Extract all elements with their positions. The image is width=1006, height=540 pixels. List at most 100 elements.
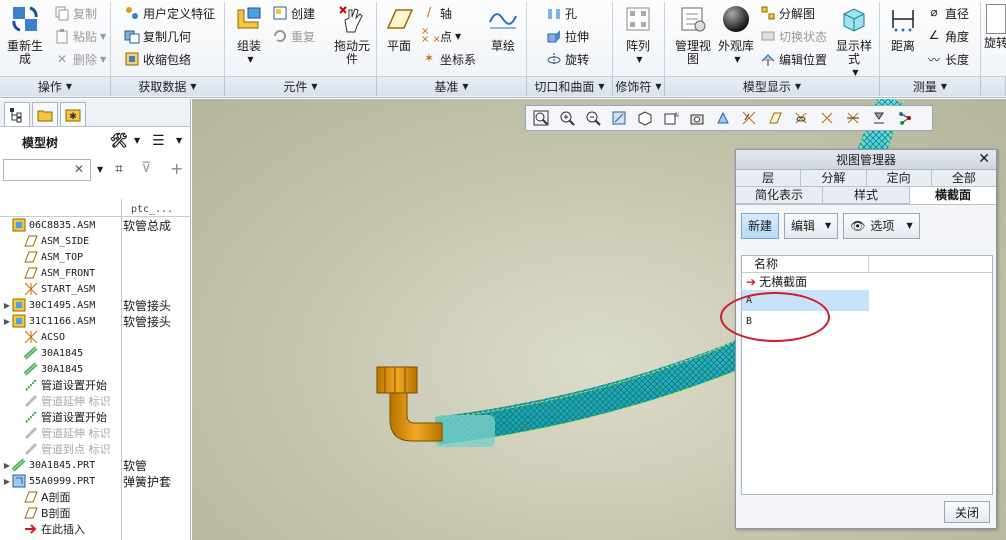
tree-item[interactable]: ASM_FRONT	[0, 265, 190, 281]
revolve-button[interactable]: 旋转	[546, 49, 589, 69]
group-cut-surface[interactable]: 切口和曲面 ▼	[527, 76, 613, 96]
axis-button[interactable]: / 轴	[421, 3, 452, 23]
diameter-button[interactable]: ⌀ 直径	[926, 3, 969, 23]
csys-button[interactable]: ✶ 坐标系	[421, 49, 476, 69]
tab-all[interactable]: 全部	[931, 170, 996, 187]
tree-item[interactable]: 06C8835.ASM 软管总成	[0, 217, 190, 233]
tree-item[interactable]: 管道到点 标识	[0, 441, 190, 457]
tab-simplified-rep[interactable]: 简化表示	[736, 187, 823, 204]
group-component[interactable]: 元件 ▼	[225, 76, 377, 96]
view-manager-button[interactable]: 管理视图	[672, 4, 714, 66]
copy-button[interactable]: 复制	[54, 3, 97, 23]
drag-component-button[interactable]: 拖动元件	[334, 4, 370, 66]
assemble-button[interactable]: 组装 ▼	[230, 4, 268, 66]
new-button[interactable]: 新建	[741, 212, 780, 239]
tree-item[interactable]: ▶ 55A0999.PRT 弹簧护套	[0, 473, 190, 489]
repaint-button[interactable]	[608, 108, 630, 128]
tab-orient[interactable]: 定向	[866, 170, 932, 187]
tree-item[interactable]: 30A1845	[0, 361, 190, 377]
group-model-display[interactable]: 模型显示 ▼	[665, 76, 880, 96]
regenerate-button[interactable]: 重新生成	[4, 4, 46, 66]
rotate-more-button[interactable]: 旋转	[984, 4, 1006, 50]
filter-icon[interactable]: ⊽	[141, 160, 151, 176]
create-button[interactable]: 创建	[272, 3, 315, 23]
chevron-down-icon[interactable]: ▼	[97, 165, 103, 174]
extrude-button[interactable]: 拉伸	[546, 26, 589, 46]
tree-item[interactable]: B剖面	[0, 505, 190, 521]
tree-item[interactable]: 管道延伸 标识	[0, 393, 190, 409]
shrinkwrap-button[interactable]: 收缩包络	[124, 49, 191, 69]
chevron-down-icon[interactable]: ▼	[176, 136, 182, 145]
delete-button[interactable]: ✕ 删除 ▼	[54, 49, 106, 69]
annotation-toggle[interactable]	[868, 108, 890, 128]
tab-favorites[interactable]: ✱	[60, 102, 86, 126]
plane-button[interactable]: 平面	[383, 4, 415, 53]
tree-search-input[interactable]: ✕	[3, 159, 91, 181]
expand-arrow-icon[interactable]: ▶	[2, 477, 12, 486]
repeat-button[interactable]: 重复	[272, 26, 315, 46]
zoom-in-button[interactable]	[556, 108, 578, 128]
options-button[interactable]: 👁 选项 ▼	[843, 212, 920, 239]
refit-button[interactable]	[530, 108, 552, 128]
hole-button[interactable]: 孔	[546, 3, 577, 23]
clear-icon[interactable]: ✕	[74, 162, 84, 176]
point-button[interactable]: × × × 点 ▼	[421, 26, 461, 46]
group-modifier[interactable]: 修饰符 ▼	[613, 76, 665, 96]
group-measure[interactable]: 测量 ▼	[880, 76, 981, 96]
datum-planes-toggle[interactable]	[738, 108, 760, 128]
chevron-down-icon[interactable]: ▼	[134, 136, 140, 145]
zoom-out-button[interactable]	[582, 108, 604, 128]
tab-cross-section[interactable]: 横截面	[910, 187, 996, 204]
tab-layers[interactable]: 层	[736, 170, 802, 187]
csys-toggle[interactable]	[816, 108, 838, 128]
pattern-button[interactable]: 阵列 ▼	[620, 4, 656, 66]
toggle-state-button[interactable]: 切换状态	[760, 26, 827, 46]
tree-settings-icon[interactable]: 🛠	[110, 133, 128, 149]
tree-item[interactable]: 管道设置开始	[0, 409, 190, 425]
spin-center-toggle[interactable]	[842, 108, 864, 128]
tab-model-tree[interactable]	[4, 102, 30, 126]
angle-button[interactable]: ∠ 角度	[926, 26, 969, 46]
tree-item[interactable]: START_ASM	[0, 281, 190, 297]
binoculars-icon[interactable]: ⌗	[115, 161, 123, 177]
tree-item[interactable]: ASM_SIDE	[0, 233, 190, 249]
edit-position-button[interactable]: 编辑位置	[760, 49, 827, 69]
tree-item[interactable]: 30A1845	[0, 345, 190, 361]
close-button[interactable]: 关闭	[943, 501, 990, 523]
named-views-button[interactable]: AB	[660, 108, 682, 128]
datum-points-toggle[interactable]	[790, 108, 812, 128]
group-operations[interactable]: 操作 ▼	[0, 76, 111, 96]
appearance-gallery-button[interactable]: 外观库 ▼	[718, 4, 754, 66]
show-list-icon[interactable]: ☰	[152, 133, 165, 149]
distance-button[interactable]: 距离	[884, 4, 922, 53]
display-style-button[interactable]: 显示样式 ▼	[834, 4, 874, 79]
expand-arrow-icon[interactable]: ▶	[2, 301, 12, 310]
display-style-toolbar-button[interactable]	[686, 108, 708, 128]
datum-axes-toggle[interactable]	[764, 108, 786, 128]
group-get-data[interactable]: 获取数据 ▼	[111, 76, 225, 96]
tree-item[interactable]: ▶ 30C1495.ASM 软管接头	[0, 297, 190, 313]
tree-item[interactable]: ▶ 31C1166.ASM 软管接头	[0, 313, 190, 329]
paste-button[interactable]: 粘贴 ▼	[54, 26, 106, 46]
tree-item[interactable]: 管道延伸 标识	[0, 425, 190, 441]
tab-explode[interactable]: 分解	[801, 170, 867, 187]
list-item-no-section[interactable]: ➔ 无横截面	[742, 273, 869, 290]
group-datum[interactable]: 基准 ▼	[377, 76, 527, 96]
network-toggle[interactable]	[894, 108, 916, 128]
tab-style[interactable]: 样式	[823, 187, 910, 204]
close-icon[interactable]: ✕	[978, 151, 990, 167]
tree-item[interactable]: ACSO	[0, 329, 190, 345]
tree-item[interactable]: A剖面	[0, 489, 190, 505]
tree-item[interactable]: ▶ 30A1845.PRT 软管	[0, 457, 190, 473]
tree-item[interactable]: ASM_TOP	[0, 249, 190, 265]
expand-arrow-icon[interactable]: ▶	[2, 461, 12, 470]
edit-button[interactable]: 编辑 ▼	[784, 212, 839, 239]
sketch-button[interactable]: 草绘	[486, 4, 520, 53]
explode-view-button[interactable]: 分解图	[760, 3, 815, 23]
group-more[interactable]	[981, 76, 1006, 96]
udf-button[interactable]: 用户定义特征	[124, 3, 215, 23]
expand-arrow-icon[interactable]: ▶	[2, 317, 12, 326]
copy-geometry-button[interactable]: 复制几何	[124, 26, 191, 46]
tree-item[interactable]: 在此插入	[0, 521, 190, 537]
saved-orientations-button[interactable]	[634, 108, 656, 128]
